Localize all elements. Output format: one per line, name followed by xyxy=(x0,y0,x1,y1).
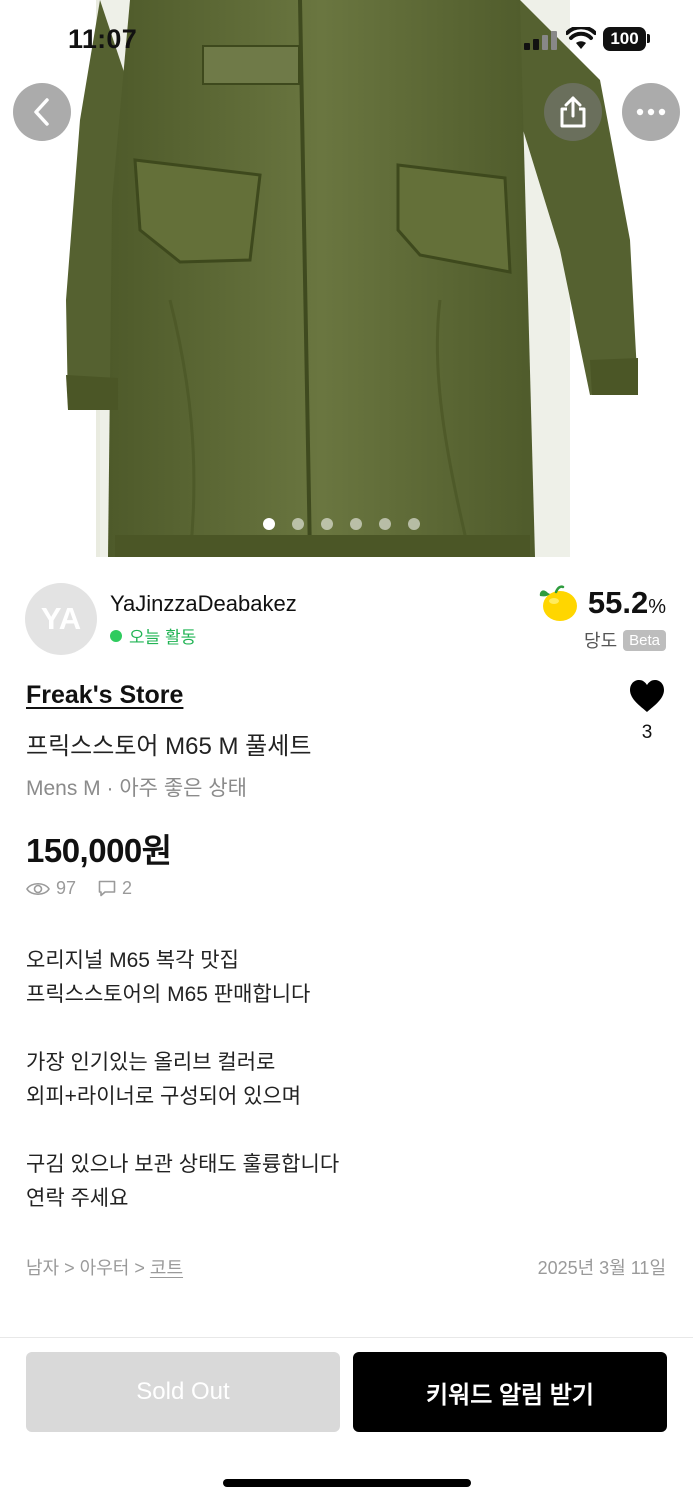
product-description: 오리지널 M65 복각 맛집 프릭스스토어의 M65 판매합니다 가장 인기있는… xyxy=(26,944,666,1216)
seller-avatar[interactable]: YA xyxy=(25,583,97,655)
heart-icon xyxy=(630,680,664,712)
product-price: 150,000원 xyxy=(26,832,172,869)
seller-activity-status: 오늘 활동 xyxy=(110,623,196,648)
store-name-link[interactable]: Freak's Store xyxy=(26,681,183,710)
activity-label: 오늘 활동 xyxy=(129,628,197,647)
share-icon xyxy=(560,96,586,128)
comment-icon xyxy=(98,880,116,897)
description-line: 외피+라이너로 구성되어 있으며 xyxy=(26,1085,302,1108)
home-indicator[interactable] xyxy=(223,1479,471,1487)
comment-count: 2 xyxy=(122,878,133,898)
description-line: 오리지널 M65 복각 맛집 xyxy=(26,949,239,972)
breadcrumb-item[interactable]: 아우터 xyxy=(80,1258,130,1278)
category-breadcrumb: 남자 > 아우터 > 코트 xyxy=(26,1254,183,1280)
carousel-dot[interactable] xyxy=(321,518,333,530)
carousel-dot[interactable] xyxy=(292,518,304,530)
beta-badge: Beta xyxy=(623,629,666,651)
rating-unit: % xyxy=(648,596,666,618)
product-stats: 97 2 xyxy=(26,878,132,899)
rating-label: 당도 xyxy=(584,631,618,651)
status-time: 11:07 xyxy=(68,24,138,54)
description-line: 프릭스스토어의 M65 판매합니다 xyxy=(26,983,311,1006)
carousel-dot[interactable] xyxy=(350,518,362,530)
sold-out-button: Sold Out xyxy=(26,1352,340,1432)
battery-tip xyxy=(647,34,650,43)
eye-icon xyxy=(26,882,50,895)
seller-name[interactable]: YaJinzzaDeabakez xyxy=(110,591,297,617)
breadcrumb-item-current[interactable]: 코트 xyxy=(150,1258,183,1278)
product-title: 프릭스스토어 M65 M 풀세트 xyxy=(26,733,312,760)
more-button[interactable] xyxy=(622,83,680,141)
posted-date: 2025년 3월 11일 xyxy=(537,1258,666,1278)
product-meta: Mens M · 아주 좋은 상태 xyxy=(26,777,247,800)
like-count: 3 xyxy=(641,722,653,743)
status-bar: 11:07 100 xyxy=(0,0,693,78)
lemon-icon xyxy=(539,585,577,621)
carousel-indicator xyxy=(0,518,693,530)
description-line xyxy=(26,1114,666,1148)
product-image-carousel[interactable]: 11:07 100 xyxy=(0,0,693,557)
share-button[interactable] xyxy=(544,83,602,141)
breadcrumb-separator: > xyxy=(64,1258,75,1278)
back-button[interactable] xyxy=(13,83,71,141)
cellular-signal-icon xyxy=(524,30,558,50)
more-horizontal-icon xyxy=(636,108,666,116)
description-line: 연락 주세요 xyxy=(26,1187,129,1210)
keyword-alert-button[interactable]: 키워드 알림 받기 xyxy=(353,1352,667,1432)
battery-icon: 100 xyxy=(603,27,646,51)
seller-rating[interactable]: 55.2% 당도 Beta xyxy=(538,583,666,653)
chevron-left-icon xyxy=(34,98,49,126)
carousel-dot-active[interactable] xyxy=(263,518,275,530)
view-count: 97 xyxy=(56,878,77,898)
like-button[interactable]: 3 xyxy=(624,679,670,744)
carousel-dot[interactable] xyxy=(379,518,391,530)
online-dot-icon xyxy=(110,629,122,642)
carousel-dot[interactable] xyxy=(408,518,420,530)
breadcrumb-item[interactable]: 남자 xyxy=(26,1258,59,1278)
description-line xyxy=(26,1012,666,1046)
description-line: 구김 있으나 보관 상태도 훌륭합니다 xyxy=(26,1153,340,1176)
wifi-icon xyxy=(566,27,596,49)
breadcrumb-separator: > xyxy=(134,1258,145,1278)
rating-value: 55.2 xyxy=(587,585,649,620)
description-line: 가장 인기있는 올리브 컬러로 xyxy=(26,1051,276,1074)
product-photo xyxy=(66,0,638,557)
bottom-bar-divider xyxy=(0,1337,693,1338)
